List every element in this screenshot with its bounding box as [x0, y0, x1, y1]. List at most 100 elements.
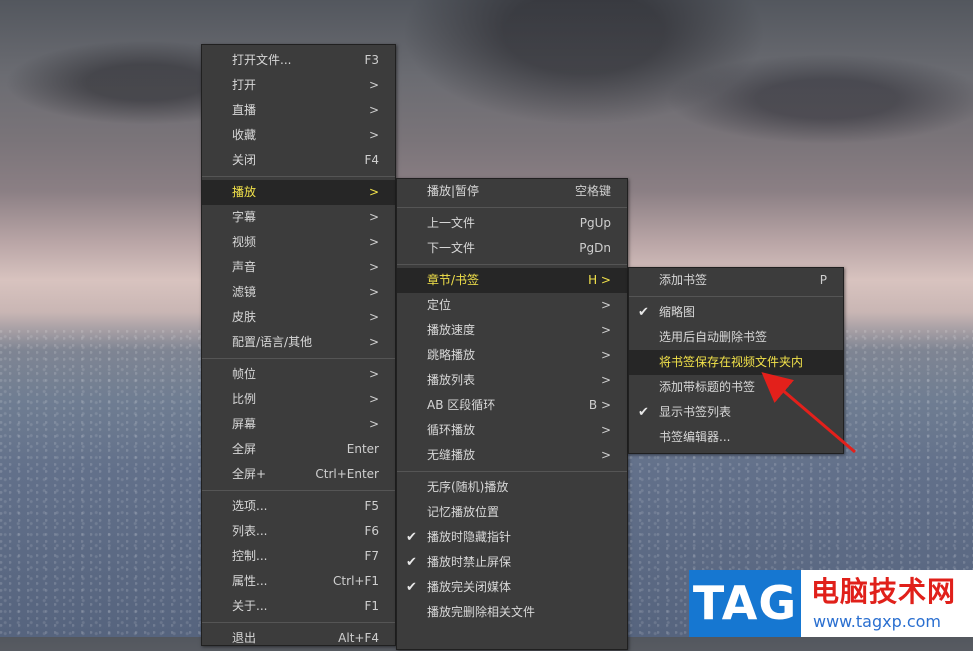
menu-item-speed[interactable]: 播放速度 > [397, 318, 627, 343]
menu-item-filters[interactable]: 滤镜 > [202, 280, 395, 305]
menu-item-label: 收藏 [232, 128, 257, 142]
menu-item-gapless[interactable]: 无缝播放 > [397, 443, 627, 468]
menu-item-close-after-play[interactable]: ✔ 播放完关闭媒体 [397, 575, 627, 600]
menu-item-add-titled-bookmark[interactable]: 添加带标题的书签 [629, 375, 843, 400]
menu-item-label: 控制... [232, 549, 268, 563]
menu-item-open[interactable]: 打开 > [202, 73, 395, 98]
menu-item-prev-file[interactable]: 上一文件 PgUp [397, 211, 627, 236]
menu-item-skip[interactable]: 跳略播放 > [397, 343, 627, 368]
submenu-chapter-bookmark: 添加书签 P ✔ 缩略图 选用后自动删除书签 将书签保存在视频文件夹内 添加带标题的… [628, 267, 844, 454]
menu-item-label: 选项... [232, 499, 268, 513]
menu-item-seek[interactable]: 定位 > [397, 293, 627, 318]
menu-item-fullscreen-plus[interactable]: 全屏+ Ctrl+Enter [202, 462, 395, 487]
menu-item-shortcut: F5 [364, 499, 379, 513]
submenu-arrow: > [368, 367, 379, 381]
menu-item-label: 记忆播放位置 [427, 505, 500, 519]
menu-item-exit[interactable]: 退出 Alt+F4 [202, 626, 395, 651]
menu-separator [202, 176, 395, 177]
submenu-arrow: > [368, 310, 379, 324]
submenu-arrow: > [368, 260, 379, 274]
menu-item-live[interactable]: 直播 > [202, 98, 395, 123]
menu-separator [202, 358, 395, 359]
submenu-arrow: > [368, 285, 379, 299]
menu-item-ratio[interactable]: 比例 > [202, 387, 395, 412]
menu-item-properties[interactable]: 属性... Ctrl+F1 [202, 569, 395, 594]
menu-item-audio[interactable]: 声音 > [202, 255, 395, 280]
menu-item-shortcut: Ctrl+F1 [333, 574, 379, 588]
tag-logo: TAG [689, 570, 801, 637]
check-icon: ✔ [406, 580, 417, 595]
menu-item-next-file[interactable]: 下一文件 PgDn [397, 236, 627, 261]
submenu-arrow: > [368, 103, 379, 117]
menu-item-open-file[interactable]: 打开文件... F3 [202, 48, 395, 73]
menu-item-label: 配置/语言/其他 [232, 335, 313, 349]
menu-item-subtitles[interactable]: 字幕 > [202, 205, 395, 230]
menu-item-label: 无缝播放 [427, 448, 476, 462]
menu-item-skins[interactable]: 皮肤 > [202, 305, 395, 330]
menu-item-label: 添加带标题的书签 [659, 380, 756, 394]
menu-item-shortcut: F7 [364, 549, 379, 563]
menu-item-chapter-bookmark[interactable]: 章节/书签 H > [397, 268, 627, 293]
menu-item-label: 定位 [427, 298, 452, 312]
menu-item-shuffle[interactable]: 无序(随机)播放 [397, 475, 627, 500]
menu-item-label: 无序(随机)播放 [427, 480, 509, 494]
submenu-play: 播放|暂停 空格键 上一文件 PgUp 下一文件 PgDn 章节/书签 H > 定位 > … [396, 178, 628, 650]
menu-item-label: 屏幕 [232, 417, 257, 431]
menu-item-label: 播放 [232, 185, 257, 199]
menu-item-show-bookmark-list[interactable]: ✔ 显示书签列表 [629, 400, 843, 425]
submenu-arrow: > [600, 298, 611, 312]
menu-item-hide-pointer[interactable]: ✔ 播放时隐藏指针 [397, 525, 627, 550]
submenu-arrow: > [368, 210, 379, 224]
menu-item-label: 播放|暂停 [427, 184, 480, 198]
menu-item-play[interactable]: 播放 > [202, 180, 395, 205]
menu-separator [397, 264, 627, 265]
menu-item-delete-after-play[interactable]: 播放完删除相关文件 [397, 600, 627, 625]
menu-item-control[interactable]: 控制... F7 [202, 544, 395, 569]
submenu-arrow: > [600, 373, 611, 387]
menu-item-play-pause[interactable]: 播放|暂停 空格键 [397, 179, 627, 204]
menu-item-label: 播放时禁止屏保 [427, 555, 512, 569]
menu-item-auto-delete-bookmark[interactable]: 选用后自动删除书签 [629, 325, 843, 350]
submenu-arrow: > [368, 392, 379, 406]
menu-item-disable-screensaver[interactable]: ✔ 播放时禁止屏保 [397, 550, 627, 575]
menu-item-remember-position[interactable]: 记忆播放位置 [397, 500, 627, 525]
menu-item-loop[interactable]: 循环播放 > [397, 418, 627, 443]
menu-item-options[interactable]: 选项... F5 [202, 494, 395, 519]
menu-item-label: 章节/书签 [427, 273, 480, 287]
menu-item-shortcut: H > [588, 273, 611, 287]
menu-item-config[interactable]: 配置/语言/其他 > [202, 330, 395, 355]
menu-item-favorites[interactable]: 收藏 > [202, 123, 395, 148]
menu-item-add-bookmark[interactable]: 添加书签 P [629, 268, 843, 293]
menu-item-close[interactable]: 关闭 F4 [202, 148, 395, 173]
menu-item-label: 播放完删除相关文件 [427, 605, 536, 619]
menu-item-frame[interactable]: 帧位 > [202, 362, 395, 387]
menu-item-label: 播放时隐藏指针 [427, 530, 512, 544]
menu-item-label: 关于... [232, 599, 268, 613]
check-icon: ✔ [638, 305, 649, 320]
menu-item-save-bookmark-in-folder[interactable]: 将书签保存在视频文件夹内 [629, 350, 843, 375]
menu-item-playlist[interactable]: 播放列表 > [397, 368, 627, 393]
watermark-url: www.tagxp.com [813, 612, 941, 631]
menu-item-label: 播放速度 [427, 323, 476, 337]
menu-item-video[interactable]: 视频 > [202, 230, 395, 255]
menu-item-label: 全屏 [232, 442, 257, 456]
menu-item-ab-loop[interactable]: AB 区段循环 B > [397, 393, 627, 418]
context-menu-main: 打开文件... F3 打开 > 直播 > 收藏 > 关闭 F4 播放 > 字幕 > 视频 > 声… [201, 44, 396, 646]
menu-item-about[interactable]: 关于... F1 [202, 594, 395, 619]
menu-item-shortcut: F6 [364, 524, 379, 538]
menu-item-list[interactable]: 列表... F6 [202, 519, 395, 544]
menu-item-label: 帧位 [232, 367, 257, 381]
menu-item-label: 播放完关闭媒体 [427, 580, 512, 594]
menu-item-label: 皮肤 [232, 310, 257, 324]
menu-item-screen[interactable]: 屏幕 > [202, 412, 395, 437]
menu-item-label: 关闭 [232, 153, 257, 167]
menu-item-shortcut: 空格键 [574, 184, 611, 198]
menu-item-shortcut: Alt+F4 [338, 631, 379, 645]
menu-item-thumbnail[interactable]: ✔ 缩略图 [629, 300, 843, 325]
submenu-arrow: > [368, 235, 379, 249]
menu-item-fullscreen[interactable]: 全屏 Enter [202, 437, 395, 462]
menu-item-label: 退出 [232, 631, 257, 645]
menu-item-bookmark-editor[interactable]: 书签编辑器... [629, 425, 843, 450]
menu-item-label: 打开 [232, 78, 257, 92]
menu-item-label: 播放列表 [427, 373, 476, 387]
